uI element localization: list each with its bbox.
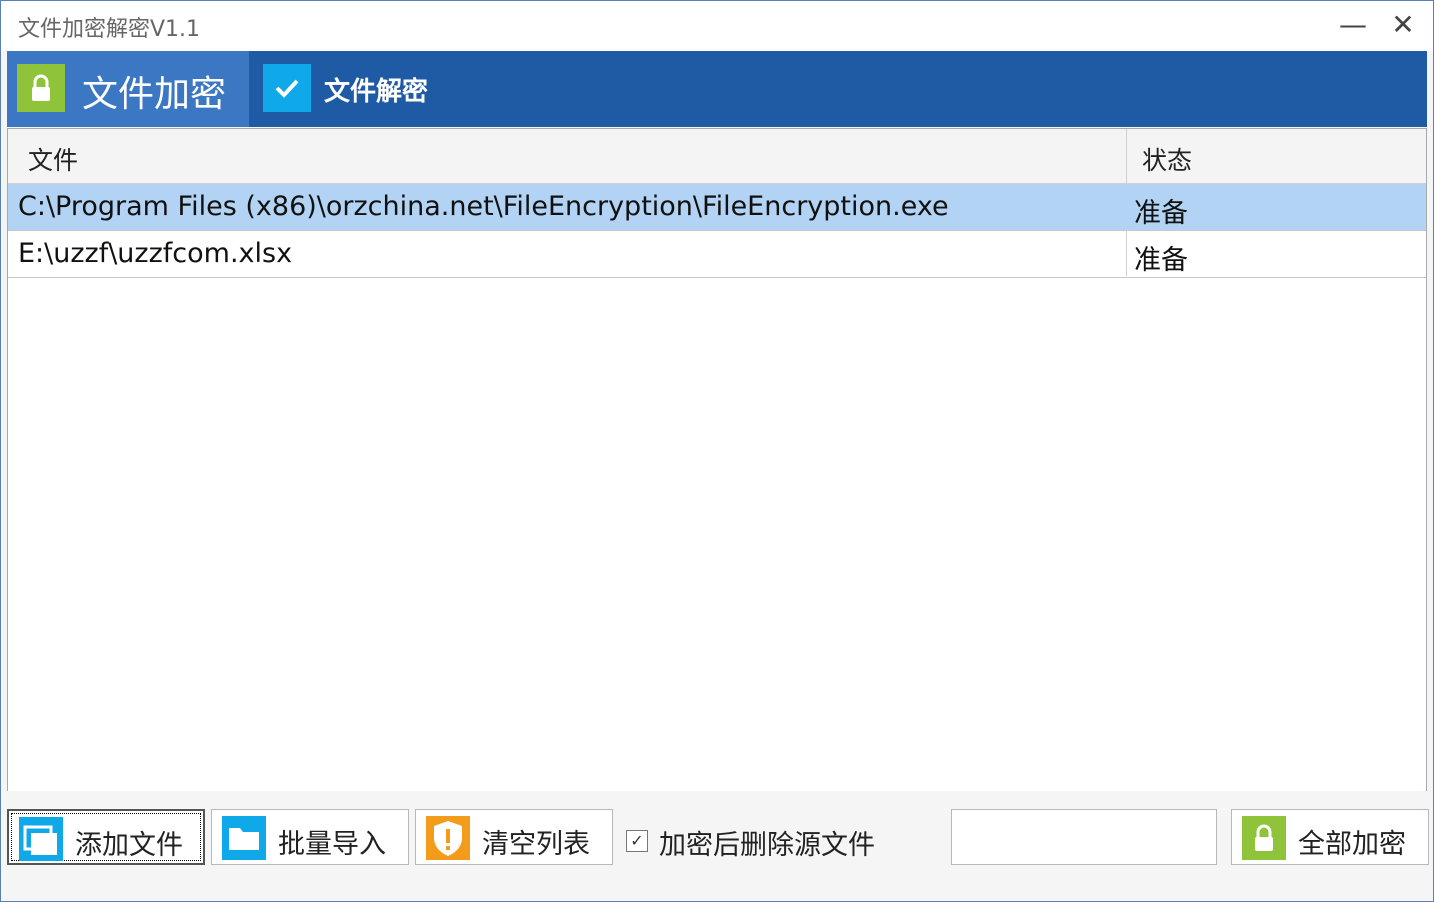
encrypt-all-button[interactable]: 全部加密 [1231,809,1429,865]
status-cell: 准备 [1134,198,1188,229]
tab-encrypt-label: 文件加密 [82,74,227,115]
table-row[interactable]: C:\Program Files (x86)\orzchina.net\File… [8,184,1426,231]
check-icon [263,64,311,112]
tab-encrypt[interactable]: 文件加密 [7,51,249,127]
column-header-file[interactable]: 文件 [28,141,78,177]
app-window: 文件加密解密V1.1 — ✕ 文件加密 文件解密 文件 状态 C:\Progra… [0,0,1434,902]
password-input[interactable] [951,809,1217,865]
minimize-button[interactable]: — [1337,9,1369,41]
add-files-icon [19,817,63,861]
clear-list-label: 清空列表 [482,829,590,860]
file-path-cell: E:\uzzf\uzzfcom.xlsx [18,238,293,269]
shield-warning-icon [426,816,470,860]
title-bar: 文件加密解密V1.1 — ✕ [1,1,1433,51]
file-path-cell: C:\Program Files (x86)\orzchina.net\File… [18,191,949,222]
tab-decrypt[interactable]: 文件解密 [249,51,439,127]
add-file-button[interactable]: 添加文件 [7,809,205,865]
lock-icon [1242,816,1286,860]
lock-icon [17,64,65,112]
add-file-label: 添加文件 [75,830,183,861]
encrypt-all-label: 全部加密 [1298,829,1406,860]
tab-decrypt-label: 文件解密 [324,77,429,107]
footer-toolbar: 添加文件 批量导入 清空列表 ✓ 加密后删除源文件 全部加密 [1,791,1433,901]
table-row[interactable]: E:\uzzf\uzzfcom.xlsx 准备 [8,231,1426,278]
list-header: 文件 状态 [8,129,1426,184]
batch-import-label: 批量导入 [278,829,386,860]
close-button[interactable]: ✕ [1387,9,1419,41]
status-cell: 准备 [1134,245,1188,276]
delete-source-checkbox[interactable]: ✓ [626,830,648,852]
delete-source-label[interactable]: 加密后删除源文件 [659,823,875,862]
column-header-status[interactable]: 状态 [1142,141,1192,177]
tab-bar: 文件加密 文件解密 [7,51,1427,127]
file-list[interactable]: 文件 状态 C:\Program Files (x86)\orzchina.ne… [7,128,1427,792]
window-title: 文件加密解密V1.1 [18,17,201,42]
folder-icon [222,816,266,860]
batch-import-button[interactable]: 批量导入 [211,809,409,865]
clear-list-button[interactable]: 清空列表 [415,809,613,865]
